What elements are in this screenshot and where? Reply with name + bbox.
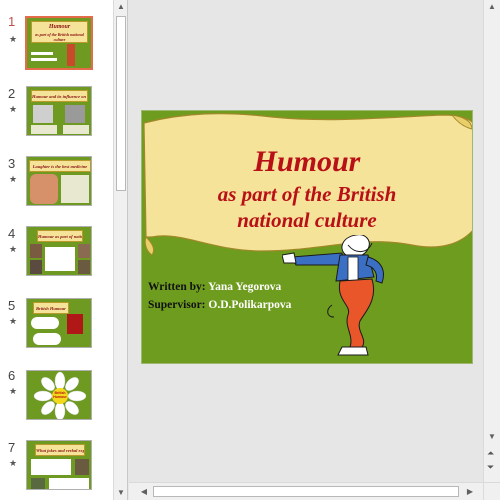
supervisor-line[interactable]: Supervisor: O.D.Polikarpova [148, 299, 291, 311]
slide-thumbnail-1[interactable]: Humour as part of the British national c… [25, 16, 93, 70]
slide-number-2: 2 [8, 86, 16, 101]
animation-star-icon: ★ [9, 104, 18, 114]
slide-thumbnail-5[interactable]: British Humour [26, 298, 92, 348]
author-name: Yana Yegorova [208, 281, 282, 293]
supervisor-name: O.D.Polikarpova [208, 299, 292, 311]
slide-thumbnail-7[interactable]: What jokes and verbal expressions [26, 440, 92, 490]
powerpoint-editor: 1 ★ Humour as part of the British nation… [0, 0, 500, 500]
slide-number-4: 4 [8, 226, 16, 241]
scroll-left-icon[interactable]: ◀ [137, 485, 151, 499]
slide-thumbnail-6[interactable]: British Humour [26, 370, 92, 420]
slide-number-3: 3 [8, 156, 16, 171]
main-horizontal-scrollbar[interactable]: ◀ ▶ [129, 482, 483, 500]
slide-number-5: 5 [8, 298, 16, 313]
animation-star-icon: ★ [9, 458, 18, 468]
animation-star-icon: ★ [9, 174, 18, 184]
next-slide-icon[interactable]: ⏷ [487, 462, 494, 473]
written-by-label: Written by: [148, 281, 206, 293]
horizontal-scrollbar-thumb[interactable] [153, 486, 459, 497]
slide-number-6: 6 [8, 368, 16, 383]
scrollbar-thumb[interactable] [116, 16, 126, 191]
current-slide[interactable]: Humour as part of the British national c… [141, 110, 473, 364]
supervisor-label: Supervisor: [148, 299, 206, 311]
previous-slide-icon[interactable]: ⏶ [487, 448, 494, 459]
scroll-up-icon[interactable]: ▲ [485, 0, 499, 14]
thumbnail-figure [67, 44, 75, 66]
scroll-down-icon[interactable]: ▼ [114, 486, 127, 500]
scroll-right-icon[interactable]: ▶ [463, 485, 477, 499]
animation-star-icon: ★ [9, 244, 18, 254]
slide-subtitle[interactable]: as part of the British national culture [182, 181, 432, 233]
animation-star-icon: ★ [9, 34, 18, 44]
slide-editing-area: Humour as part of the British national c… [129, 0, 483, 482]
slide-title[interactable]: Humour [172, 145, 442, 179]
thumbnail-banner: Humour as part of the British national c… [31, 21, 88, 43]
slide-thumbnail-3[interactable]: Laughter is the best medicine [26, 156, 92, 206]
slide-thumbnail-2[interactable]: Humour and its influence on the lives of… [26, 86, 92, 136]
slide-number-7: 7 [8, 440, 16, 455]
slide-number-1: 1 [8, 14, 16, 29]
scroll-up-icon[interactable]: ▲ [114, 0, 127, 14]
main-vertical-scrollbar[interactable]: ▲ ▼ ⏶ ⏷ [483, 0, 500, 482]
subtitle-line-1: as part of the British [217, 182, 397, 206]
scroll-down-icon[interactable]: ▼ [485, 430, 499, 444]
written-by-line[interactable]: Written by: Yana Yegorova [148, 281, 281, 293]
laughing-man-illustration [282, 235, 384, 356]
animation-star-icon: ★ [9, 316, 18, 326]
thumbnail-scrollbar[interactable]: ▲ ▼ [113, 0, 127, 500]
subtitle-line-2: national culture [237, 208, 377, 232]
slide-thumbnail-panel: 1 ★ Humour as part of the British nation… [0, 0, 128, 500]
animation-star-icon: ★ [9, 386, 18, 396]
slide-thumbnail-4[interactable]: Humour as part of national culture [26, 226, 92, 276]
scrollbar-corner [483, 482, 500, 500]
